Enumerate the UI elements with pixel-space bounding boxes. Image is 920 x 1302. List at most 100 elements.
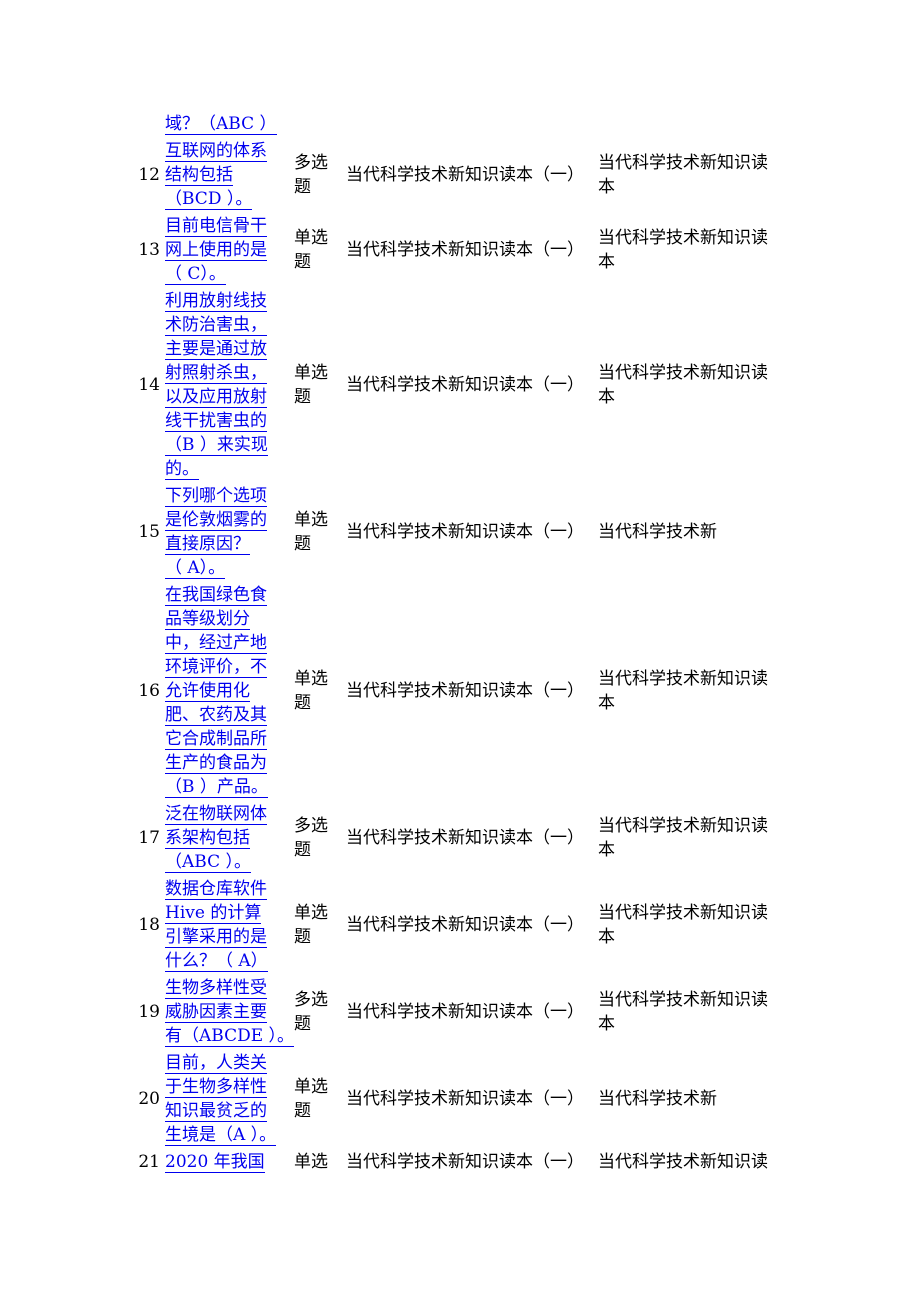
question-line: 在我国绿色食 (165, 585, 267, 606)
question-line: 数据仓库软件 (165, 879, 267, 900)
book-title-line: 当代科学技术新知识读 (598, 816, 769, 836)
book-title-line: 当代科学技术新 (598, 522, 718, 542)
question-line: 系架构包括 (165, 828, 250, 849)
question-line: 生境是（A ）。 (165, 1125, 277, 1146)
source-book: 当代科学技术新知识读本（一） (346, 915, 585, 935)
table-row: 12 互联网的体系 结构包括 （BCD ）。 多选题当代科学技术新知识读本（一） 当代科学… (136, 139, 788, 214)
question-line: 结构包括 (165, 165, 233, 186)
row-number: 15 (138, 522, 160, 542)
question-type: 单选 (294, 1150, 346, 1177)
source-book: 当代科学技术新知识读本（一） (346, 681, 585, 701)
question-line: 威胁因素主要 (165, 1002, 267, 1023)
question-type: 单选题 (294, 214, 346, 289)
question-link[interactable]: 域？（ABC ） (165, 112, 294, 136)
question-type: 多选题 (294, 139, 346, 214)
source-book: 当代科学技术新知识读本（一） (346, 828, 585, 848)
row-number: 19 (138, 1002, 160, 1022)
question-line: 生产的食品为 (165, 753, 267, 774)
question-line: 于生物多样性 (165, 1077, 267, 1098)
question-cell: 下列哪个选项 是伦敦烟雾的 直接原因？ （ A）。 (165, 484, 294, 583)
question-type-line: 多选 (294, 816, 329, 836)
source-book: 当代科学技术新知识读本（一） (346, 1002, 585, 1022)
source-book: 当代科学技术新知识读本（一） (346, 165, 585, 185)
question-link[interactable]: 2020 年我国 (165, 1150, 294, 1174)
book-title-line: 本 (598, 927, 616, 947)
question-link[interactable]: 在我国绿色食 品等级划分 中，经过产地 环境评价，不 允许使用化 肥、农药及其 它合成制品所… (165, 583, 294, 799)
question-type-line: 题 (294, 840, 312, 860)
question-type: 单选题 (294, 877, 346, 976)
question-type: 单选题 (294, 1051, 346, 1150)
book-title: 当代科学技术新知识读本 (598, 976, 788, 1051)
row-number: 21 (138, 1152, 160, 1172)
question-line: 线干扰害虫的 (165, 411, 267, 432)
question-line: （ A）。 (165, 558, 226, 579)
question-link[interactable]: 互联网的体系 结构包括 （BCD ）。 (165, 139, 294, 211)
question-line: 互联网的体系 (165, 141, 267, 162)
book-title-line: 当代科学技术新知识读 (598, 990, 769, 1010)
row-number: 12 (138, 165, 160, 185)
book-title-line: 当代科学技术新知识读 (598, 153, 769, 173)
table-row: 21 2020 年我国 单选 当代科学技术新知识读本（一） 当代科学技术新知识读 (136, 1150, 788, 1177)
question-line: 知识最贫乏的 (165, 1101, 267, 1122)
book-title: 当代科学技术新知识读本 (598, 214, 788, 289)
question-line: 有（ABCDE ）。 (165, 1026, 295, 1047)
question-link[interactable]: 数据仓库软件 Hive 的计算 引擎采用的是 什么？（ A） (165, 877, 294, 973)
row-number: 14 (138, 375, 160, 395)
question-type-line: 单选 (294, 1152, 329, 1172)
table-row: 20 目前，人类关 于生物多样性 知识最贫乏的 生境是（A ）。 单选题当代科学技术新知识… (136, 1051, 788, 1150)
question-line: 泛在物联网体 (165, 804, 267, 825)
question-type-line: 题 (294, 1014, 312, 1034)
question-type-line: 多选 (294, 990, 329, 1010)
book-title-line: 当代科学技术新知识读 (598, 669, 769, 689)
book-title-line: 当代科学技术新知识读 (598, 228, 769, 248)
source-book: 当代科学技术新知识读本（一） (346, 522, 585, 542)
question-type-line: 题 (294, 927, 312, 947)
book-title: 当代科学技术新知识读本 (598, 583, 788, 802)
book-title: 当代科学技术新 (598, 484, 788, 583)
source-book: 当代科学技术新知识读本（一） (346, 1089, 585, 1109)
question-link[interactable]: 目前电信骨干 网上使用的是 （ C）。 (165, 214, 294, 286)
question-line: 它合成制品所 (165, 729, 267, 750)
question-line: 2020 年我国 (165, 1152, 265, 1173)
question-line: （BCD ）。 (165, 189, 253, 210)
row-number: 13 (138, 240, 160, 260)
table-row-fragment: 域？（ABC ） (136, 112, 788, 139)
source-book: 当代科学技术新知识读本（一） (346, 1152, 585, 1172)
book-title-line: 本 (598, 693, 616, 713)
question-link[interactable]: 目前，人类关 于生物多样性 知识最贫乏的 生境是（A ）。 (165, 1051, 294, 1147)
row-number: 16 (138, 681, 160, 701)
question-line: 目前电信骨干 (165, 216, 267, 237)
book-title-line: 当代科学技术新知识读 (598, 1152, 769, 1172)
table-row: 19 生物多样性受 威胁因素主要 有（ABCDE ）。 多选题当代科学技术新知识读本（一… (136, 976, 788, 1051)
question-cell: 生物多样性受 威胁因素主要 有（ABCDE ）。 (165, 976, 295, 1051)
question-type: 多选题 (294, 802, 346, 877)
question-type-line: 单选 (294, 669, 329, 689)
book-title: 当代科学技术新 (598, 1051, 788, 1150)
question-type-line: 题 (294, 387, 312, 407)
question-line: 网上使用的是 (165, 240, 267, 261)
book-title-line: 当代科学技术新知识读 (598, 903, 769, 923)
question-cell: 数据仓库软件 Hive 的计算 引擎采用的是 什么？（ A） (165, 877, 294, 976)
book-title-line: 本 (598, 252, 616, 272)
question-link[interactable]: 下列哪个选项 是伦敦烟雾的 直接原因？ （ A）。 (165, 484, 294, 580)
question-cell: 目前，人类关 于生物多样性 知识最贫乏的 生境是（A ）。 (165, 1051, 294, 1150)
row-number: 18 (138, 915, 160, 935)
question-cell: 域？（ABC ） (165, 112, 294, 139)
table-row: 13 目前电信骨干 网上使用的是 （ C）。 单选题当代科学技术新知识读本（一） 当代科学… (136, 214, 788, 289)
row-number: 20 (138, 1089, 160, 1109)
question-line: 主要是通过放 (165, 339, 267, 360)
question-line: 中，经过产地 (165, 633, 267, 654)
question-line: 直接原因？ (165, 534, 250, 555)
question-line: （ C）。 (165, 264, 226, 285)
question-line: 域？（ABC ） (165, 114, 277, 135)
question-link[interactable]: 生物多样性受 威胁因素主要 有（ABCDE ）。 (165, 976, 295, 1048)
question-link[interactable]: 利用放射线技 术防治害虫， 主要是通过放 射照射杀虫， 以及应用放射 线干扰害虫的 （B ）… (165, 289, 294, 481)
question-table: 域？（ABC ） 12 互联网的体系 结构包括 （BCD ）。 多选题当代科学技术新知识… (136, 112, 788, 1177)
question-line: 引擎采用的是 (165, 927, 267, 948)
question-type: 单选题 (294, 289, 346, 484)
row-number: 17 (138, 828, 160, 848)
source-book: 当代科学技术新知识读本（一） (346, 240, 585, 260)
question-link[interactable]: 泛在物联网体 系架构包括 （ABC ）。 (165, 802, 294, 874)
question-type: 单选题 (294, 484, 346, 583)
question-cell: 互联网的体系 结构包括 （BCD ）。 (165, 139, 294, 214)
